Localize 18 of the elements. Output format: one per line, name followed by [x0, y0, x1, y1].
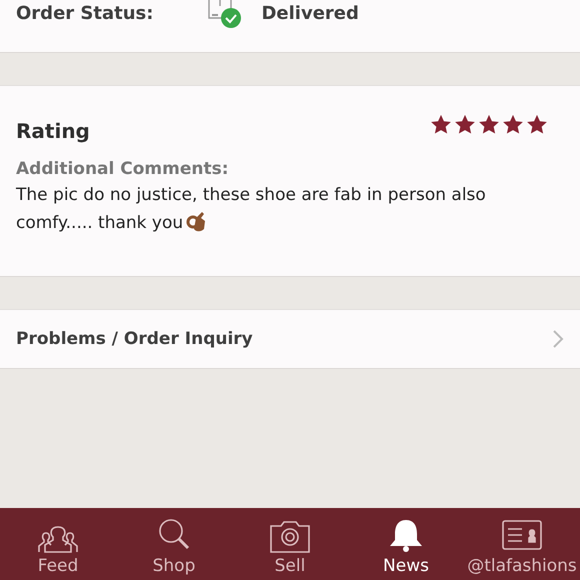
star-icon — [454, 114, 476, 135]
order-inquiry-label: Problems / Order Inquiry — [16, 329, 253, 349]
tab[interactable]: Feed — [0, 508, 116, 580]
comments-label: Additional Comments: — [16, 159, 230, 179]
star-icon — [430, 114, 452, 135]
tab[interactable]: News — [348, 508, 464, 580]
star-icon — [478, 114, 500, 135]
order-status-label: Order Status: — [16, 3, 154, 24]
star-icon — [526, 114, 548, 135]
tab[interactable]: @tlafashions — [464, 508, 580, 580]
tab[interactable]: Sell — [232, 508, 348, 580]
order-inquiry-row[interactable]: Problems / Order Inquiry — [0, 309, 580, 369]
tab[interactable]: Shop — [116, 508, 232, 580]
star-icon — [502, 114, 524, 135]
status-value: Delivered — [261, 3, 359, 24]
chevron-right-icon — [552, 329, 564, 349]
rating-title: Rating — [16, 119, 90, 143]
comment-text: The pic do no justice, these shoe are fab in person also comfy..... thank you — [16, 184, 487, 235]
